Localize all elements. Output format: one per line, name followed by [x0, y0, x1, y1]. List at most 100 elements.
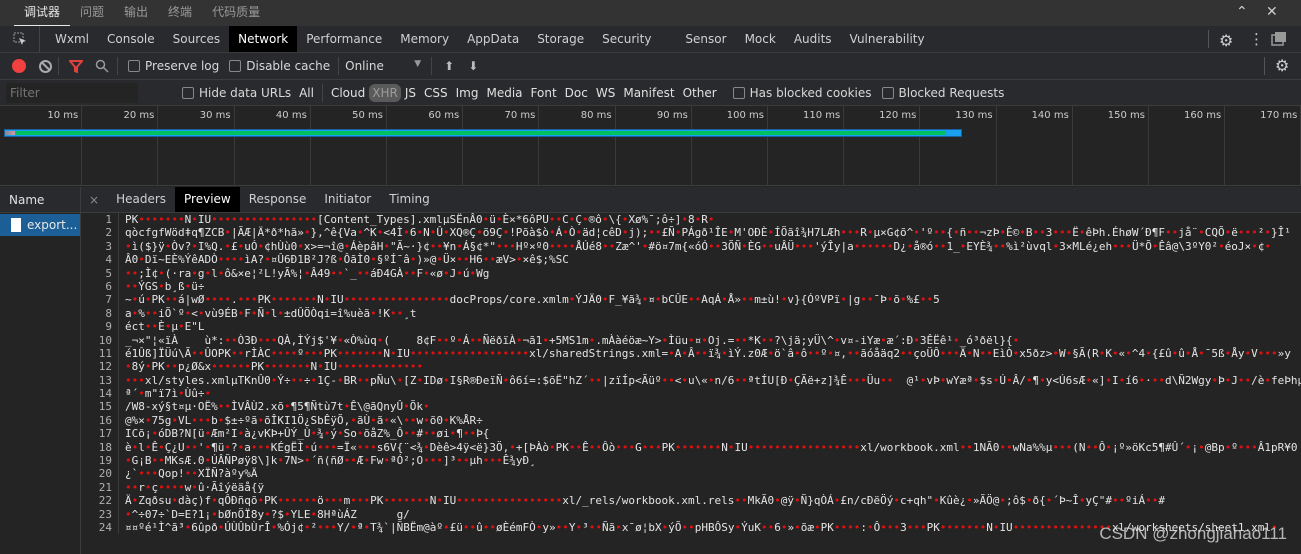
preview-line: 18 è•l•Ê•Ç¿U••'•¶ü•?•a•••KÉgËÌ•ú•••=Ï«•••…	[81, 440, 1301, 455]
timeline-tick: 90 ms	[616, 106, 692, 186]
preview-line: 13 •••xl/styles.xmlµTKnÛ0•Ý÷••÷•1Ç-•BR••p…	[81, 373, 1301, 388]
line-number: 21	[81, 480, 119, 495]
line-text: ¿`•••Qop!••XÏÑ?àºy%Ä	[125, 467, 258, 481]
filter-input[interactable]	[6, 82, 138, 103]
tab-terminal[interactable]: 终端	[158, 0, 202, 26]
tab-memory[interactable]: Memory	[391, 26, 458, 52]
line-text: _¬×"¦«ïÀ ù*:••Ò3Ð•••QÀ,ÌÝj$'¥•«Ò%ùq•( 8¢…	[125, 333, 1020, 347]
filter-type-js[interactable]: JS	[401, 86, 420, 100]
tab-appdata[interactable]: AppData	[458, 26, 528, 52]
line-text: é1Ûß]ÏÜú\Ã••ÛOPK••rÌÀC••••º•••PK•••••••N…	[125, 346, 1291, 360]
hide-data-urls-checkbox[interactable]: Hide data URLs	[182, 86, 291, 100]
filter-type-cloud[interactable]: Cloud	[327, 86, 369, 100]
filter-type-ws[interactable]: WS	[592, 86, 619, 100]
network-settings-gear-icon[interactable]: ⚙	[1275, 56, 1289, 75]
devtools-tabs: Wxml Console Sources Network Performance Memo…	[0, 26, 1301, 53]
settings-gear-icon[interactable]: ⚙	[1219, 31, 1233, 50]
timeline-tick: 70 ms	[463, 106, 540, 186]
request-timing-bar[interactable]	[4, 129, 963, 137]
tab-code-quality[interactable]: 代码质量	[202, 0, 270, 26]
details-tab-response[interactable]: Response	[240, 187, 316, 212]
undock-icon[interactable]	[1271, 31, 1287, 47]
has-blocked-cookies-checkbox[interactable]: Has blocked cookies	[732, 86, 872, 100]
search-icon[interactable]	[95, 59, 109, 73]
line-text: ••;Ì¢•(·ra•g•l•ô&×e¦²L!yÃ%¦•Â49••`_••áÐ4…	[125, 266, 490, 280]
clear-icon[interactable]	[39, 59, 52, 73]
timeline-tick: 150 ms	[1073, 106, 1149, 186]
preview-line: 11 é1Ûß]ÏÜú\Ã••ÛOPK••rÌÀC••••º•••PK••••••…	[81, 346, 1301, 361]
close-details-icon[interactable]: ×	[81, 193, 107, 207]
export-har-icon[interactable]: ⬇	[468, 59, 478, 73]
line-number: 13	[81, 373, 119, 388]
filter-type-font[interactable]: Font	[527, 86, 561, 100]
line-number: 4	[81, 253, 119, 267]
line-text: ª´•m"ï7ì•Ùû÷•	[125, 387, 212, 401]
tab-wxml[interactable]: Wxml	[46, 26, 98, 52]
details-tab-preview[interactable]: Preview	[175, 187, 240, 212]
line-text: Ä•Zqðsu•dàç)f•qÔÐñqõ•PK••••••ö•••m•••PK•…	[125, 494, 1165, 508]
tab-vulnerability[interactable]: Vulnerability	[841, 26, 934, 52]
blocked-requests-label: Blocked Requests	[898, 85, 1005, 100]
more-options-icon[interactable]: ⋮	[1249, 30, 1264, 48]
line-text: qòcfgfWödǂq¶ZCB•|ÃÆ|Ä*ð*hã»•},^ê{Va•^K•<…	[125, 226, 1291, 240]
tab-debugger[interactable]: 调试器	[14, 0, 71, 26]
filter-icon[interactable]	[69, 59, 83, 73]
network-overview-timeline[interactable]: 10 ms 20 ms 30 ms 40 ms 50 ms 60 ms 70 ms 80 ms…	[0, 106, 1301, 186]
blocked-requests-checkbox[interactable]: Blocked Requests	[881, 85, 1005, 100]
filter-type-manifest[interactable]: Manifest	[619, 86, 678, 100]
line-text: è•l•Ê•Ç¿U••'•¶ü•?•a•••KÉgËÌ•ú•••=Ï«•••s6…	[125, 440, 1298, 454]
line-number: 3	[81, 239, 119, 254]
tab-security[interactable]: Security	[593, 26, 660, 52]
timeline-tick: 130 ms	[920, 106, 997, 186]
timeline-tick: 140 ms	[997, 106, 1073, 186]
timeline-tick: 120 ms	[844, 106, 921, 186]
timeline-tick: 30 ms	[158, 106, 235, 186]
preview-line: 4 Â0•Dï~EÈ%ÝêADÒ••••ìA?•¤Û6Ð1B²J?ß•ÔãÌ0•§…	[81, 253, 1301, 267]
timeline-tick: 10 ms	[6, 106, 83, 186]
timeline-tick: 50 ms	[311, 106, 387, 186]
disable-cache-label: Disable cache	[246, 59, 331, 73]
tab-sources[interactable]: Sources	[164, 26, 229, 52]
tab-network[interactable]: Network	[229, 26, 298, 52]
filter-type-media[interactable]: Media	[482, 86, 526, 100]
tab-mock[interactable]: Mock	[736, 26, 785, 52]
request-row[interactable]: export...	[0, 214, 80, 236]
close-icon[interactable]: ✕	[1266, 4, 1278, 20]
filter-type-css[interactable]: CSS	[420, 86, 452, 100]
tab-output[interactable]: 输出	[114, 0, 158, 26]
import-har-icon[interactable]: ⬆	[444, 59, 454, 73]
record-icon[interactable]	[12, 59, 26, 73]
tab-performance[interactable]: Performance	[297, 26, 391, 52]
preview-line: 22 Ä•Zqðsu•dàç)f•qÔÐñqõ•PK••••••ö•••m•••P…	[81, 494, 1301, 508]
line-text: éct••È•µ•E"L	[125, 320, 205, 334]
line-text: •••xl/styles.xmlµTKnÛ0•Ý÷••÷•1Ç-•BR••pÑu…	[125, 373, 1301, 387]
details-tab-headers[interactable]: Headers	[107, 187, 175, 212]
chevron-up-icon[interactable]: ⌃	[1236, 4, 1248, 20]
timeline-tick: 60 ms	[387, 106, 464, 186]
preview-line: 6 ••ÝGS•b¸ß•ü÷	[81, 279, 1301, 294]
tab-problems[interactable]: 问题	[70, 0, 114, 26]
name-column-header[interactable]: Name	[0, 187, 80, 213]
preview-line: 8 a•%••iÕ`º•<•vù9ÉB•F•Ñ•l•±dÛÖÒqi=î%uèã•!…	[81, 306, 1301, 321]
preview-line: 21 ••r•ç••••w•û·Ãîýëäå{ÿ	[81, 480, 1301, 495]
line-number: 2	[81, 226, 119, 240]
preserve-log-checkbox[interactable]: Preserve log	[128, 59, 219, 73]
filter-bar: Hide data URLs All CloudXHRJSCSSImgMediaF…	[0, 80, 1301, 106]
tab-storage[interactable]: Storage	[528, 26, 593, 52]
line-text: ICõ¡•óDB?N[ü•Æm²I•à¿vKÞ+ÛÝ_Ù•¾•ý•So•õåZ%…	[125, 427, 490, 441]
tab-console[interactable]: Console	[98, 26, 164, 52]
details-tab-timing[interactable]: Timing	[380, 187, 439, 212]
preview-content[interactable]: 1 PK•••••••N•IU••••••••••••••••[Content_T…	[81, 213, 1301, 554]
filter-type-other[interactable]: Other	[679, 86, 721, 100]
filter-type-xhr[interactable]: XHR	[369, 83, 401, 102]
filter-type-img[interactable]: Img	[452, 86, 483, 100]
filter-type-doc[interactable]: Doc	[561, 86, 592, 100]
throttling-select[interactable]: Online ▼	[345, 59, 425, 73]
details-tab-initiator[interactable]: Initiator	[315, 187, 380, 212]
tab-sensor[interactable]: Sensor	[676, 26, 735, 52]
disable-cache-checkbox[interactable]: Disable cache	[229, 59, 330, 73]
tab-audits[interactable]: Audits	[785, 26, 841, 52]
inspect-element-icon[interactable]	[0, 26, 40, 52]
filter-type-all[interactable]: All	[295, 86, 318, 100]
line-text: •ì($}ÿ•Òv?•I%Q.•£•uÓ•¢hÙù0•x>=¬î@•ÁèpâH•…	[125, 239, 1272, 253]
